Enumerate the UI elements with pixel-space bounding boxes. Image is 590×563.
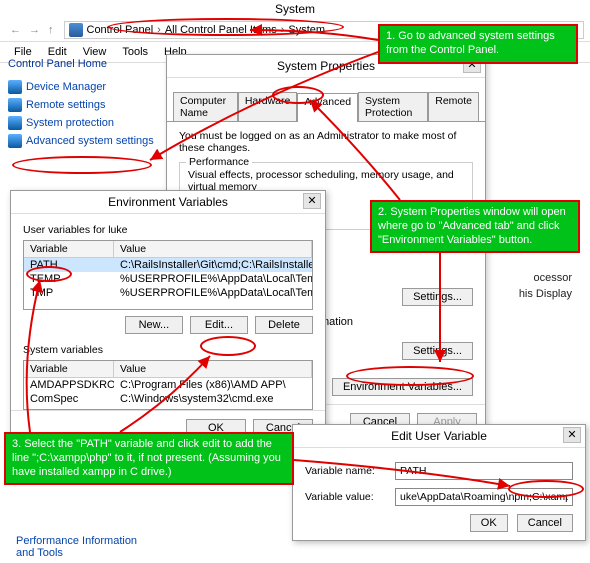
edit-user-var-dialog: Edit User Variable ✕ Variable name: Vari… <box>292 424 586 541</box>
table-row[interactable]: PATHC:\RailsInstaller\Git\cmd;C:\RailsIn… <box>24 258 312 272</box>
group-label: Performance <box>186 156 252 168</box>
tab-hardware[interactable]: Hardware <box>238 92 298 121</box>
dialog-title: Edit User Variable <box>391 429 487 443</box>
col-variable[interactable]: Variable <box>24 361 114 377</box>
annotation-2: 2. System Properties window will open wh… <box>370 200 580 253</box>
tab-advanced[interactable]: Advanced <box>297 93 358 122</box>
titlebar: Edit User Variable ✕ <box>293 425 585 448</box>
sidebar-system-protection[interactable]: System protection <box>8 116 158 130</box>
col-value[interactable]: Value <box>114 361 312 377</box>
user-vars-table[interactable]: VariableValue PATHC:\RailsInstaller\Git\… <box>23 240 313 310</box>
user-vars-label: User variables for luke <box>23 224 313 236</box>
titlebar: Environment Variables ✕ <box>11 191 325 214</box>
startup-settings-button[interactable]: Settings... <box>402 342 473 360</box>
close-icon[interactable]: ✕ <box>303 193 321 209</box>
text-fragment: ocessor <box>533 272 572 284</box>
control-panel-icon <box>69 23 83 37</box>
close-icon[interactable]: ✕ <box>563 427 581 443</box>
sidebar-advanced-settings[interactable]: Advanced system settings <box>8 134 158 148</box>
tab-system-protection[interactable]: System Protection <box>358 92 428 121</box>
var-name-input[interactable] <box>395 462 573 480</box>
breadcrumb-item[interactable]: All Control Panel Items <box>165 24 277 36</box>
col-value[interactable]: Value <box>114 241 312 257</box>
tab-strip: Computer Name Hardware Advanced System P… <box>167 92 485 122</box>
table-row[interactable]: TMP%USERPROFILE%\AppData\Local\Temp <box>24 286 312 300</box>
shield-icon <box>8 98 22 112</box>
sidebar-device-manager[interactable]: Device Manager <box>8 80 158 94</box>
env-vars-button[interactable]: Environment Variables... <box>332 378 473 396</box>
text-fragment: his Display <box>519 288 572 300</box>
cancel-button[interactable]: Cancel <box>517 514 573 532</box>
user-delete-button[interactable]: Delete <box>255 316 313 334</box>
var-value-input[interactable] <box>395 488 573 506</box>
shield-icon <box>8 80 22 94</box>
user-new-button[interactable]: New... <box>125 316 183 334</box>
sidebar: Control Panel Home Device Manager Remote… <box>8 58 158 152</box>
shield-icon <box>8 116 22 130</box>
sys-vars-table[interactable]: VariableValue AMDAPPSDKROOTC:\Program Fi… <box>23 360 313 410</box>
breadcrumb-item[interactable]: Control Panel <box>87 24 154 36</box>
control-panel-home[interactable]: Control Panel Home <box>8 58 158 70</box>
admin-note: You must be logged on as an Administrato… <box>179 130 473 154</box>
table-row[interactable]: AMDAPPSDKROOTC:\Program Files (x86)\AMD … <box>24 378 312 392</box>
tab-computer-name[interactable]: Computer Name <box>173 92 238 121</box>
annotation-1: 1. Go to advanced system settings from t… <box>378 24 578 64</box>
var-value-label: Variable value: <box>305 491 395 503</box>
sys-vars-label: System variables <box>23 344 313 356</box>
dialog-title: System Properties <box>277 59 375 73</box>
forward-icon[interactable]: → <box>25 24 44 36</box>
back-icon[interactable]: ← <box>6 24 25 36</box>
perf-info-link[interactable]: Performance Information and Tools <box>16 535 156 559</box>
shield-icon <box>8 134 22 148</box>
window-title: System <box>0 0 590 18</box>
col-variable[interactable]: Variable <box>24 241 114 257</box>
ok-button[interactable]: OK <box>470 514 508 532</box>
tab-remote[interactable]: Remote <box>428 92 479 121</box>
sidebar-remote-settings[interactable]: Remote settings <box>8 98 158 112</box>
annotation-3: 3. Select the "PATH" variable and click … <box>4 432 294 485</box>
table-row[interactable]: TEMP%USERPROFILE%\AppData\Local\Temp <box>24 272 312 286</box>
env-vars-dialog: Environment Variables ✕ User variables f… <box>10 190 326 446</box>
dialog-title: Environment Variables <box>108 195 228 209</box>
profiles-settings-button[interactable]: Settings... <box>402 288 473 306</box>
var-name-label: Variable name: <box>305 465 395 477</box>
chevron-right-icon: › <box>277 24 289 36</box>
up-icon[interactable]: ↑ <box>44 24 58 36</box>
user-edit-button[interactable]: Edit... <box>190 316 248 334</box>
table-row[interactable]: ComSpecC:\Windows\system32\cmd.exe <box>24 392 312 406</box>
breadcrumb-item[interactable]: System <box>288 24 325 36</box>
chevron-right-icon: › <box>153 24 165 36</box>
